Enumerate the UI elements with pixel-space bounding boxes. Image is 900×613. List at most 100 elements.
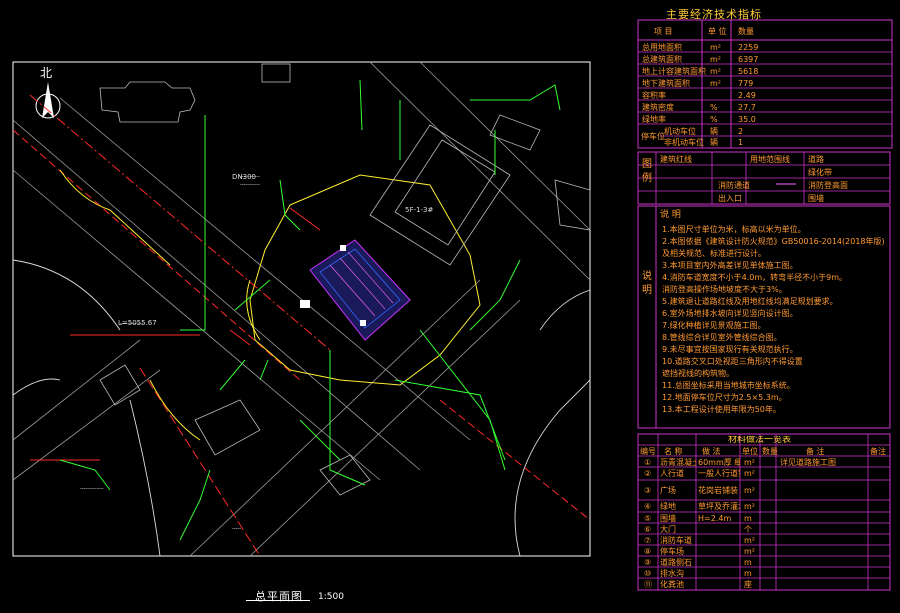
mat-row-no: ⑩ — [644, 569, 652, 578]
mat-row-no: ⑪ — [644, 580, 652, 589]
tech-row-unit: 辆 — [710, 138, 718, 147]
notes-side-label: 说明 — [642, 271, 652, 296]
tech-row-value: 1 — [738, 138, 744, 147]
legend-item: 建筑红线 — [660, 155, 692, 164]
drawing-title: 总平面图 — [255, 590, 303, 603]
note-line: 12.地面停车位尺寸为2.5×5.3m。 — [662, 393, 787, 402]
note-line: 13.本工程设计使用年限为50年。 — [662, 405, 781, 414]
tech-row-name: 地上计容建筑面积 — [642, 67, 706, 76]
mat-row-no: ④ — [644, 502, 652, 511]
note-line: 10.道路交叉口处视距三角形内不得设置 — [662, 357, 803, 366]
legend-item: 围墙 — [808, 194, 824, 203]
tech-row-unit: % — [710, 103, 718, 112]
mat-header: 备注 — [870, 447, 886, 456]
mat-row-unit: m² — [744, 536, 755, 545]
north-arrow-icon — [35, 82, 61, 119]
mat-row-name: 道路侧石 — [660, 558, 692, 567]
mat-row-no: ⑥ — [644, 525, 652, 534]
tech-header-item: 项 目 — [654, 27, 673, 36]
mat-header: 备 注 — [806, 447, 825, 456]
note-line: 遮挡视线的构筑物。 — [662, 369, 734, 378]
north-label: 北 — [40, 66, 53, 80]
note-line: 8.管线综合详见室外管线综合图。 — [662, 333, 782, 342]
drawing-frame — [12, 61, 591, 557]
parking-group-label: 停车位 — [641, 132, 665, 141]
mat-row-unit: m² — [744, 486, 755, 495]
mat-row-unit: m — [744, 514, 752, 523]
tech-row-value: 35.0 — [738, 115, 756, 124]
tech-row-value: 5618 — [738, 67, 759, 76]
mat-row-no: ⑧ — [644, 547, 652, 556]
mat-row-name: 大门 — [660, 525, 676, 534]
legend-item: 用地范围线 — [750, 155, 790, 164]
mat-row-remark: 详见道路施工图 — [780, 458, 836, 467]
svg-text:-------------: ------------- — [80, 486, 104, 492]
tech-row-unit: % — [710, 115, 718, 124]
notes-heading: 说 明 — [660, 210, 681, 220]
info-panel: 主要经济技术指标 项 目 单 位 数量 总用地面积 m² 2259 总建筑面积 … — [636, 0, 896, 613]
mat-row-method: 一般人行道铺装 — [698, 469, 740, 478]
building-number-label: 5F-1-3# — [405, 206, 434, 214]
mat-header: 名 称 — [664, 447, 683, 456]
drawing-scale: 1:500 — [318, 592, 344, 602]
mat-row-name: 消防车道 — [660, 536, 692, 545]
mat-header: 单位 — [742, 447, 758, 456]
mat-row-unit: m — [744, 558, 752, 567]
tech-row-name: 绿地率 — [642, 115, 666, 124]
tech-row-name: 容积率 — [642, 91, 666, 100]
mat-row-unit: m² — [744, 547, 755, 556]
note-line: 11.总图坐标采用当地城市坐标系统。 — [662, 381, 795, 390]
mat-row-unit: 座 — [744, 580, 752, 589]
tech-row-value: 6397 — [738, 55, 759, 64]
tech-table-title: 主要经济技术指标 — [666, 8, 762, 21]
tech-row-name: 机动车位 — [664, 127, 696, 136]
note-line: 消防登高操作场地坡度不大于3%。 — [662, 285, 787, 294]
mat-row-name: 排水沟 — [660, 569, 684, 578]
mat-row-no: ⑦ — [644, 536, 652, 545]
mat-row-name: 绿地 — [660, 502, 676, 511]
tech-row-name: 总建筑面积 — [642, 55, 682, 64]
tech-row-name: 地下建筑面积 — [642, 79, 690, 88]
tech-row-unit: m² — [710, 79, 721, 88]
mat-row-method: 花岗岩铺装 — [698, 486, 738, 495]
svg-text:-----: ----- — [232, 526, 241, 532]
mat-row-unit: 个 — [744, 525, 752, 534]
materials-table-title: 材料做法一览表 — [728, 436, 792, 445]
note-line: 4.消防车道宽度不小于4.0m，转弯半径不小于9m。 — [662, 273, 848, 282]
mat-row-no: ③ — [644, 486, 652, 495]
mat-row-unit: m — [744, 569, 752, 578]
title-underline — [246, 600, 310, 601]
note-line: 及相关规范、标准进行设计。 — [662, 249, 766, 258]
tech-row-value: 779 — [738, 79, 754, 88]
tech-row-unit: m² — [710, 55, 721, 64]
tech-header-unit: 单 位 — [708, 27, 727, 36]
tech-row-value: 2.49 — [738, 91, 756, 100]
mat-row-unit: m² — [744, 458, 755, 467]
mat-row-unit: m² — [744, 469, 755, 478]
mat-row-name: 人行道 — [660, 469, 684, 478]
drawing-annotations: ----------- ----------- ------------- --… — [80, 174, 260, 532]
existing-building-outline — [99, 81, 196, 123]
legend-item: 消防通道 — [718, 181, 750, 190]
legend-side-label: 图例 — [642, 159, 652, 184]
mat-row-no: ① — [644, 458, 652, 467]
note-line: 5.建筑退让道路红线及用地红线均满足规划要求。 — [662, 297, 838, 306]
tech-header-value: 数量 — [738, 27, 754, 36]
mat-row-name: 广场 — [660, 486, 676, 495]
legend-item: 消防登高面 — [808, 181, 848, 190]
svg-text:-----------: ----------- — [240, 182, 260, 188]
mat-row-method: H=2.4m — [698, 514, 732, 523]
tech-row-value: 2259 — [738, 43, 759, 52]
length-label: L=5055.67 — [118, 319, 157, 327]
mat-row-unit: m² — [744, 502, 755, 511]
pipe-label: DN300 — [232, 173, 256, 181]
tech-row-value: 27.7 — [738, 103, 756, 112]
note-line: 7.绿化种植详见景观施工图。 — [662, 321, 766, 330]
mat-row-method: 草坪及乔灌木 — [698, 502, 740, 511]
tech-row-unit: m² — [710, 67, 721, 76]
legend-item: 绿化带 — [808, 168, 832, 177]
mat-header: 编号 — [640, 447, 656, 456]
mat-row-name: 化粪池 — [660, 580, 684, 589]
note-line: 3.本项目室内外高差详见单体施工图。 — [662, 261, 798, 270]
tech-row-name: 非机动车位 — [664, 138, 704, 147]
